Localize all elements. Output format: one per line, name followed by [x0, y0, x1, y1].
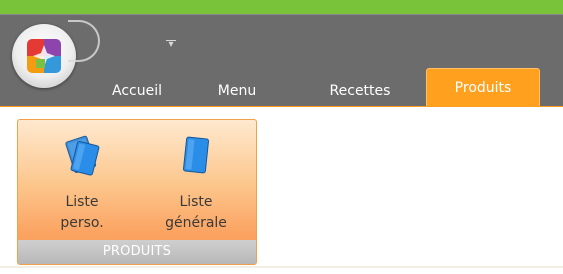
- tab-produits[interactable]: Produits: [426, 68, 540, 106]
- document-icon: [178, 134, 214, 180]
- quick-access-dropdown-icon[interactable]: ▾: [164, 39, 178, 51]
- liste-perso-button[interactable]: Liste perso.: [40, 120, 124, 242]
- liste-generale-button[interactable]: Liste générale: [154, 120, 238, 242]
- tab-accueil[interactable]: Accueil: [92, 76, 182, 106]
- document-icon: [62, 134, 102, 180]
- ribbon-tab-bar: Accueil Menu Recettes Produits: [0, 68, 563, 106]
- liste-generale-label: Liste générale: [165, 194, 227, 231]
- app-logo-icon: [27, 39, 61, 73]
- tab-recettes[interactable]: Recettes: [310, 76, 410, 106]
- ribbon-group-label: PRODUITS: [18, 240, 256, 264]
- liste-perso-label: Liste perso.: [60, 194, 104, 231]
- app-window: ▾ Accueil Menu Recettes Produits Liste p…: [0, 0, 563, 274]
- tab-menu[interactable]: Menu: [200, 76, 274, 106]
- ribbon-group-produits: Liste perso. Liste générale PRODUITS: [17, 119, 257, 265]
- app-menu-button[interactable]: [12, 20, 100, 88]
- top-banner: [0, 0, 563, 14]
